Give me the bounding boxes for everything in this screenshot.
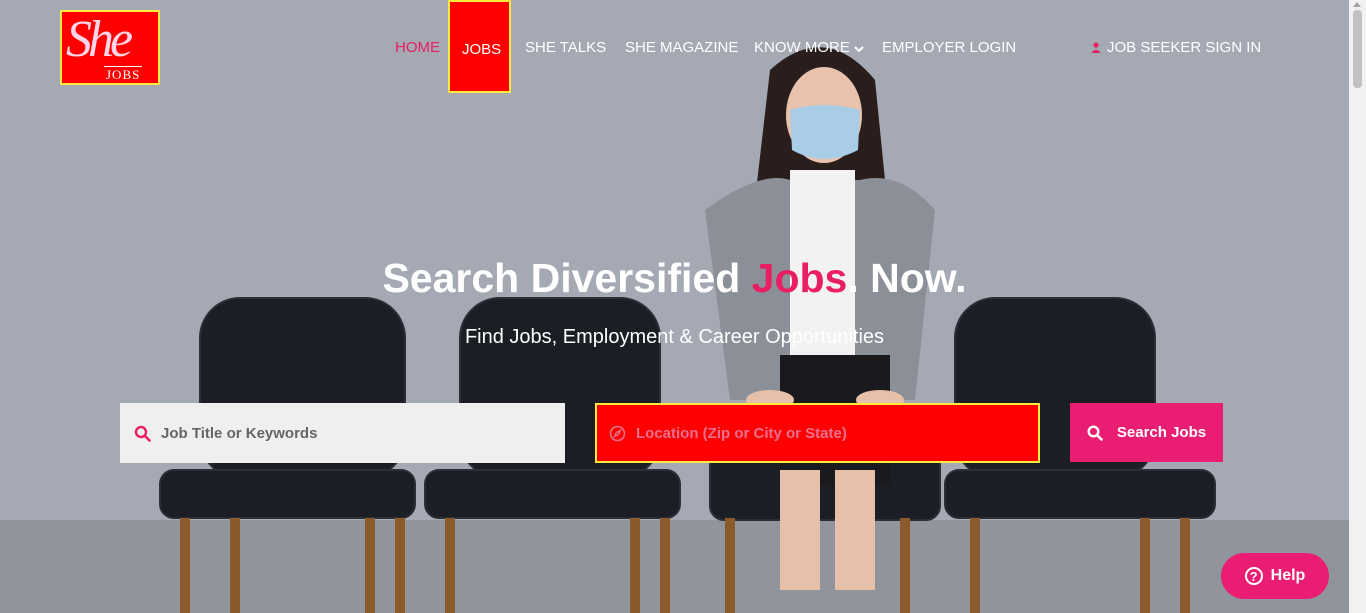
headline-text-1: Search Diversified <box>382 255 752 301</box>
she-jobs-logo[interactable]: She JOBS <box>60 10 160 85</box>
location-input[interactable] <box>636 413 1016 453</box>
nav-know-more-label: KNOW MORE <box>754 39 850 56</box>
hero-subheadline: Find Jobs, Employment & Career Opportuni… <box>464 326 885 348</box>
hero-background <box>0 0 1349 613</box>
nav-she-talks[interactable]: SHE TALKS <box>525 39 606 56</box>
compass-icon <box>609 425 626 442</box>
hero-photo <box>0 0 1349 613</box>
nav-home[interactable]: HOME <box>395 39 440 56</box>
help-button[interactable]: ? Help <box>1221 553 1329 599</box>
search-button-label: Search Jobs <box>1116 424 1207 441</box>
hero-headline: Search Diversified Jobs. Now. <box>0 255 1349 302</box>
chevron-down-icon <box>854 40 864 57</box>
job-seeker-sign-in-label: JOB SEEKER SIGN IN <box>1107 39 1262 56</box>
question-icon: ? <box>1244 567 1263 585</box>
keywords-field[interactable] <box>120 403 565 463</box>
nav-employer-login[interactable]: EMPLOYER LOGIN <box>882 39 1016 56</box>
keywords-input[interactable] <box>161 413 541 453</box>
search-jobs-button[interactable]: Search Jobs <box>1070 403 1223 462</box>
scroll-up-arrow-icon[interactable] <box>1353 2 1361 7</box>
scrollbar-thumb[interactable] <box>1353 10 1362 88</box>
nav-she-magazine[interactable]: SHE MAGAZINE <box>625 39 738 56</box>
logo-wordmark: She <box>66 11 133 68</box>
location-field[interactable] <box>595 403 1040 463</box>
nav-jobs-label: JOBS <box>462 41 502 58</box>
nav-jobs[interactable]: JOBS <box>448 0 511 93</box>
headline-accent: Jobs <box>751 255 848 301</box>
nav-know-more[interactable]: KNOW MORE <box>754 39 864 57</box>
user-icon <box>1091 40 1101 57</box>
nav-job-seeker-sign-in[interactable]: JOB SEEKER SIGN IN <box>1091 39 1261 57</box>
page-scrollbar[interactable] <box>1349 0 1366 613</box>
headline-text-2: . Now. <box>847 255 967 301</box>
help-label: Help <box>1270 567 1306 584</box>
search-button-icon <box>1087 424 1103 441</box>
logo-subtitle: JOBS <box>104 66 143 82</box>
search-icon <box>134 425 151 442</box>
